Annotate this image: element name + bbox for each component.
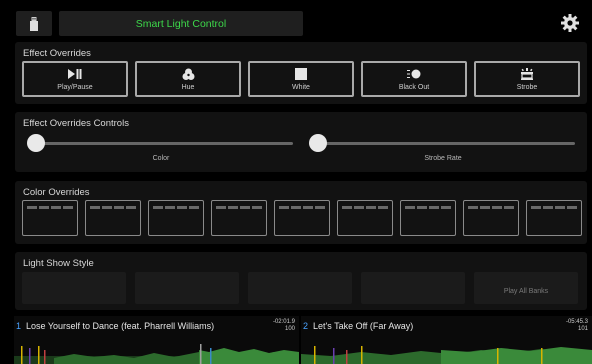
strobe-button[interactable]: Strobe	[474, 61, 580, 97]
slider-track[interactable]	[318, 142, 575, 145]
color-override-slot[interactable]	[85, 200, 141, 236]
app-title-text: Smart Light Control	[135, 17, 227, 30]
color-override-slot[interactable]	[337, 200, 393, 236]
deck-bpm: 101	[577, 326, 588, 332]
color-override-slot[interactable]	[400, 200, 456, 236]
play-pause-icon	[68, 69, 82, 79]
color-slider[interactable]: Color	[26, 133, 296, 163]
hue-button[interactable]: Hue	[135, 61, 241, 97]
deck-bpm: 100	[284, 326, 295, 332]
slider-knob[interactable]	[27, 134, 45, 152]
white-button[interactable]: White	[248, 61, 354, 97]
color-override-slot[interactable]	[211, 200, 267, 236]
section-title: Color Overrides	[23, 187, 90, 198]
slider-label: Strobe Rate	[424, 155, 462, 162]
slider-knob[interactable]	[309, 134, 327, 152]
slider-label: Color	[152, 155, 170, 162]
track-title: Lose Yourself to Dance (feat. Pharrell W…	[26, 321, 215, 331]
color-override-slot[interactable]	[148, 200, 204, 236]
button-label: Play/Pause	[57, 84, 93, 91]
deck-number: 1	[16, 321, 22, 331]
deck-time: -05:45.3 101	[566, 319, 588, 333]
section-title: Effect Overrides	[23, 48, 91, 59]
section-title: Effect Overrides Controls	[23, 118, 129, 129]
waveform	[14, 344, 299, 364]
light-show-style-button[interactable]	[22, 272, 126, 304]
track-title: Let's Take Off (Far Away)	[313, 321, 414, 331]
deck-number: 2	[303, 321, 309, 331]
deck-2[interactable]: 2 Let's Take Off (Far Away) -05:45.3 101	[301, 316, 592, 364]
color-override-slot[interactable]	[526, 200, 582, 236]
section-title: Light Show Style	[23, 258, 94, 269]
strobe-icon	[521, 68, 533, 80]
settings-button[interactable]	[560, 13, 580, 33]
light-show-style-button[interactable]	[361, 272, 465, 304]
light-show-style-button[interactable]	[135, 272, 239, 304]
remaining-time: -05:45.3	[565, 319, 588, 325]
color-override-slot[interactable]	[274, 200, 330, 236]
deck-time: -02:01.9 100	[273, 319, 295, 333]
play-all-banks-button[interactable]: Play All Banks	[474, 272, 578, 304]
app-title: Smart Light Control	[59, 11, 303, 36]
waveform	[301, 346, 592, 364]
deck-1[interactable]: 1 Lose Yourself to Dance (feat. Pharrell…	[14, 316, 299, 364]
white-square-icon	[295, 68, 307, 80]
color-override-slot[interactable]	[22, 200, 78, 236]
top-bar: Smart Light Control	[0, 0, 592, 41]
button-label: Black Out	[398, 84, 430, 91]
remaining-time: -02:01.9	[272, 319, 295, 325]
usb-stick-icon	[30, 16, 38, 31]
light-show-style-button[interactable]	[248, 272, 352, 304]
usb-button[interactable]	[16, 11, 52, 36]
play-pause-button[interactable]: Play/Pause	[22, 61, 128, 97]
slider-track[interactable]	[36, 142, 293, 145]
gear-icon	[561, 14, 579, 32]
button-label: Hue	[181, 84, 195, 91]
button-label: White	[292, 84, 310, 91]
button-label: Strobe	[516, 84, 538, 91]
hue-icon	[182, 68, 194, 80]
black-out-icon	[407, 69, 421, 79]
color-override-slot[interactable]	[463, 200, 519, 236]
black-out-button[interactable]: Black Out	[361, 61, 467, 97]
strobe-rate-slider[interactable]: Strobe Rate	[308, 133, 578, 163]
